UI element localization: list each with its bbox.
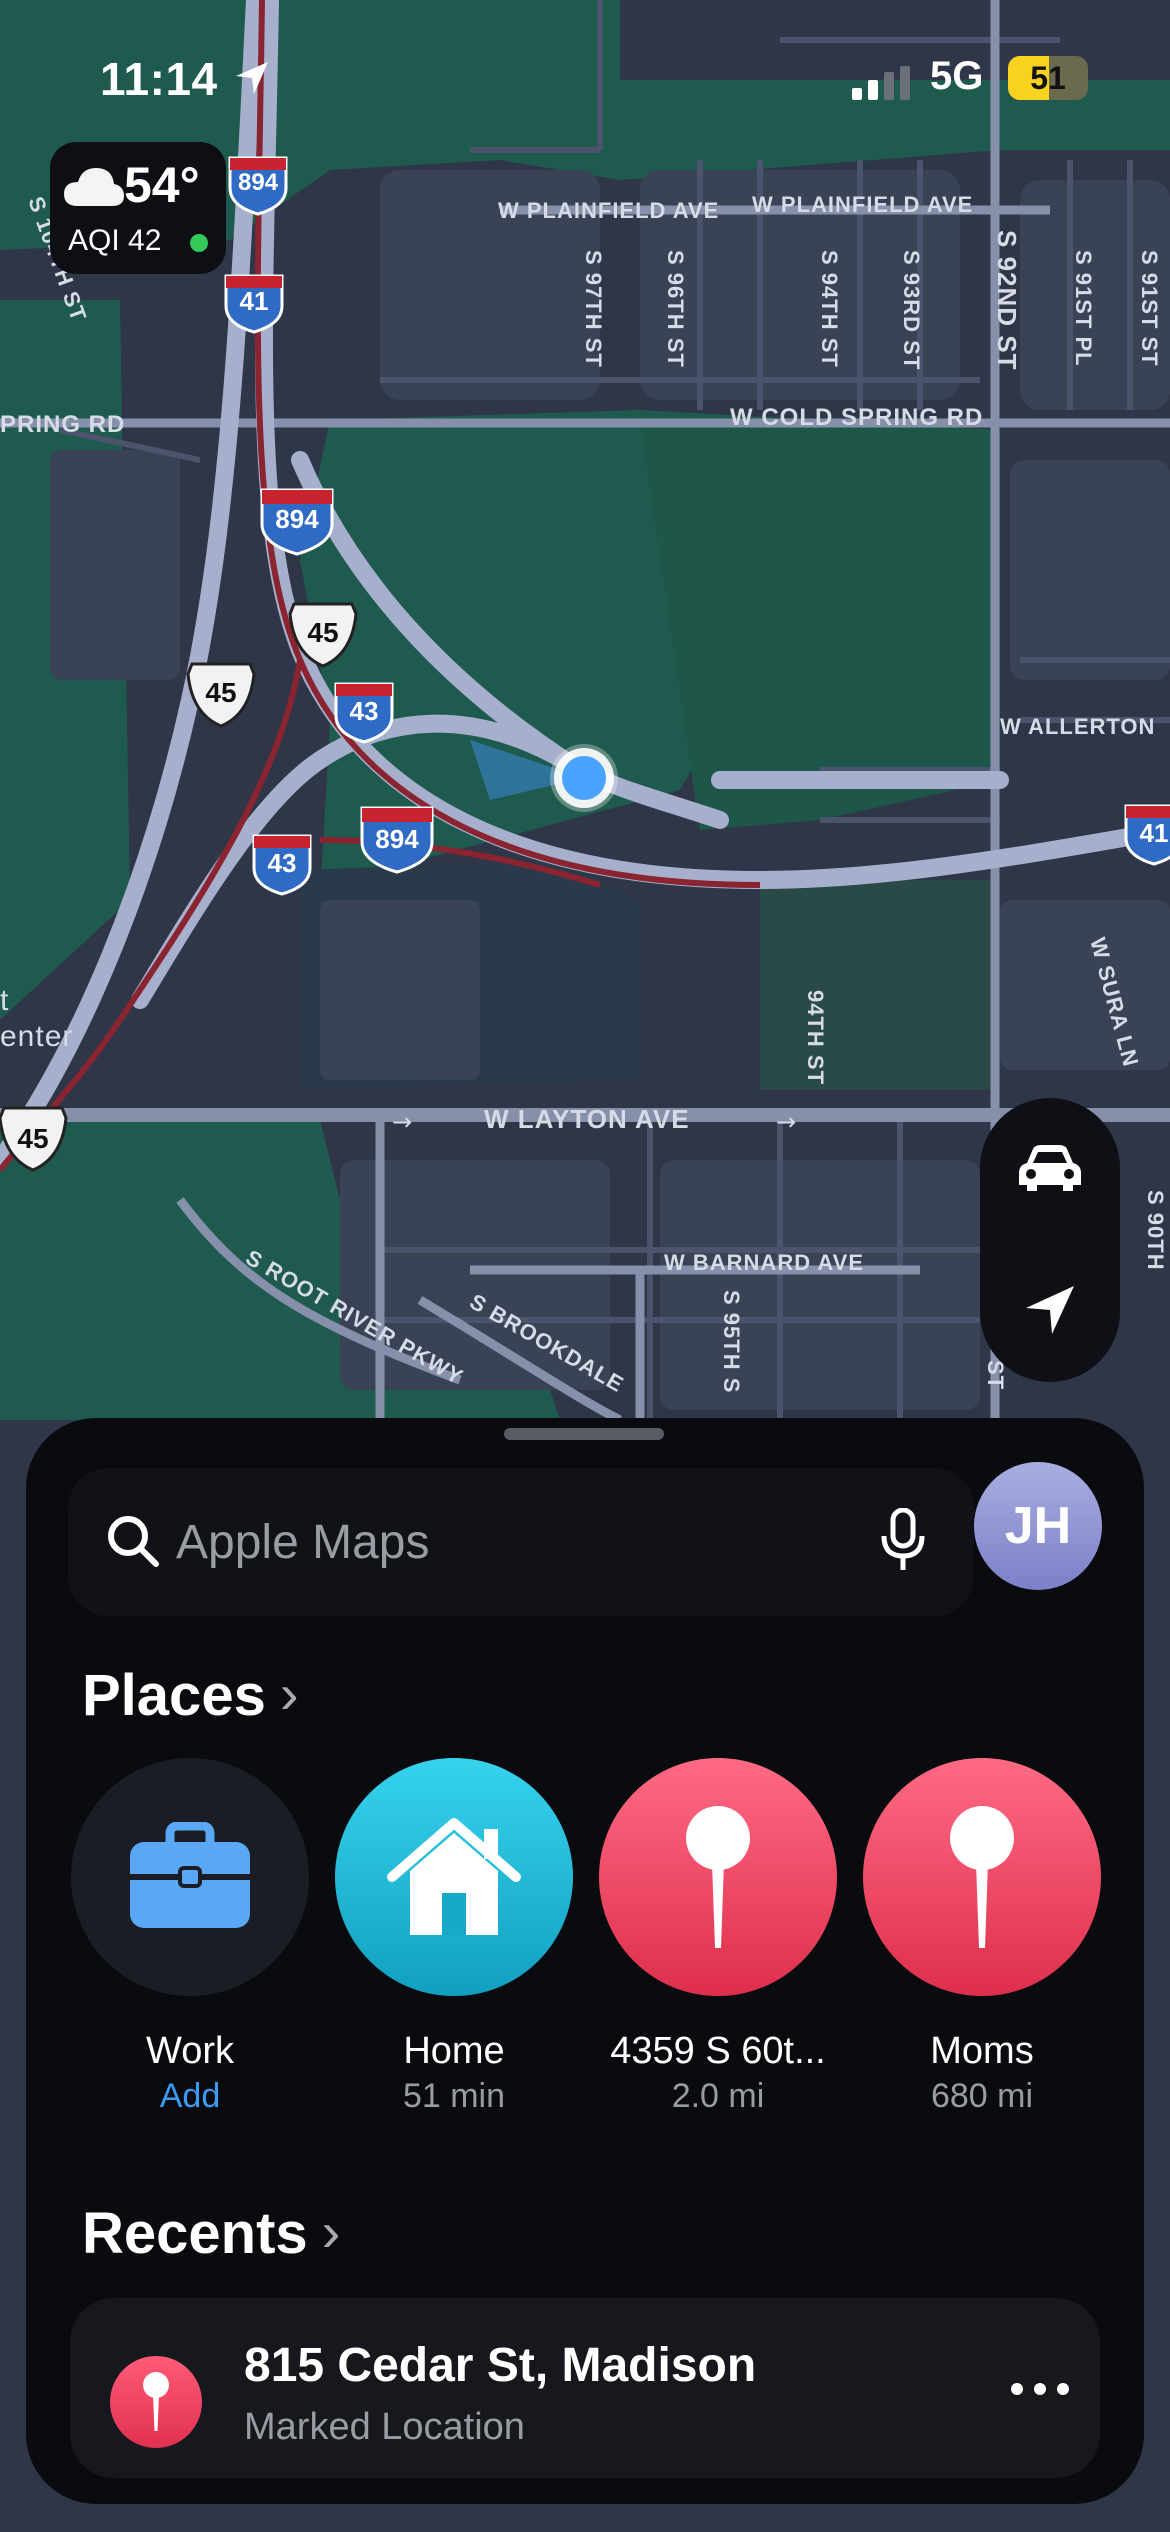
svg-text:41: 41 xyxy=(240,286,269,316)
search-bar[interactable] xyxy=(68,1468,974,1616)
svg-text:→: → xyxy=(776,1108,796,1136)
house-icon xyxy=(335,1758,573,1996)
transport-mode-button[interactable] xyxy=(980,1098,1120,1238)
street-label: S 97TH ST xyxy=(581,250,606,368)
profile-avatar[interactable]: JH xyxy=(974,1462,1102,1590)
street-label: W PLAINFIELD AVE xyxy=(498,198,719,223)
recent-subtitle: Marked Location xyxy=(244,2406,525,2448)
place-home[interactable]: Home 51 min xyxy=(334,1758,574,2116)
street-label: S 91ST PL xyxy=(1071,250,1096,367)
microphone-icon[interactable] xyxy=(880,1508,926,1574)
street-label: W BARNARD AVE xyxy=(664,1250,864,1275)
poi-label: t xyxy=(0,984,9,1017)
street-label: W COLD SPRING RD xyxy=(730,404,983,431)
poi-label: enter xyxy=(0,1020,73,1053)
svg-text:43: 43 xyxy=(350,696,379,726)
location-arrow-icon xyxy=(1026,1286,1074,1334)
air-quality-index: AQI 42 xyxy=(68,224,162,257)
recent-title: 815 Cedar St, Madison xyxy=(244,2339,757,2392)
svg-text:894: 894 xyxy=(238,169,279,196)
pin-icon xyxy=(110,2356,202,2448)
car-icon xyxy=(1019,1145,1081,1191)
interstate-shield: 41 xyxy=(224,274,284,334)
aqi-status-dot xyxy=(190,234,208,252)
cloud-icon xyxy=(64,168,124,206)
search-icon xyxy=(108,1516,159,1567)
sheet-grabber[interactable] xyxy=(504,1428,664,1440)
briefcase-icon xyxy=(71,1758,309,1996)
interstate-shield: 43 xyxy=(334,682,394,744)
street-label: S 95TH S xyxy=(719,1290,744,1393)
places-header[interactable]: Places › xyxy=(82,1662,298,1729)
clock: 11:14 xyxy=(100,53,218,105)
cellular-signal-icon xyxy=(852,66,910,100)
street-label: W PLAINFIELD AVE xyxy=(752,192,973,217)
svg-text:894: 894 xyxy=(375,824,419,854)
street-label: S 93RD ST xyxy=(899,250,924,370)
place-name: Work xyxy=(146,2030,234,2072)
place-distance: 2.0 mi xyxy=(671,2077,765,2115)
interstate-shield: 894 xyxy=(360,806,434,874)
pin-icon xyxy=(863,1758,1101,1996)
place-moms[interactable]: Moms 680 mi xyxy=(862,1758,1102,2116)
recent-item[interactable]: 815 Cedar St, Madison Marked Location xyxy=(70,2298,1100,2478)
street-label: PRING RD xyxy=(0,411,125,438)
location-services-icon xyxy=(236,62,268,94)
svg-text:45: 45 xyxy=(205,677,236,708)
svg-text:43: 43 xyxy=(268,848,297,878)
street-label: S 96TH ST xyxy=(663,250,688,368)
battery-percent: 51 xyxy=(1030,60,1066,96)
network-type: 5G xyxy=(930,54,984,98)
recents-title: Recents xyxy=(82,2201,308,2266)
place-name: Moms xyxy=(930,2030,1034,2072)
svg-text:45: 45 xyxy=(17,1123,48,1154)
map-controls xyxy=(980,1098,1120,1382)
street-label: S 94TH ST xyxy=(817,250,842,368)
street-label: S 92ND ST xyxy=(992,230,1022,371)
more-options-icon[interactable] xyxy=(1010,2382,1070,2396)
svg-text:45: 45 xyxy=(307,617,338,648)
status-bar: 11:14 5G 51 xyxy=(0,48,1170,108)
place-distance: 680 mi xyxy=(930,2077,1034,2115)
place-address[interactable]: 4359 S 60t... 2.0 mi xyxy=(598,1758,838,2116)
place-name: 4359 S 60t... xyxy=(610,2030,826,2072)
pin-icon xyxy=(599,1758,837,1996)
chevron-right-icon: › xyxy=(321,2200,341,2263)
street-label: W ALLERTON xyxy=(1000,714,1155,739)
battery-icon: 51 xyxy=(1008,56,1088,100)
place-work[interactable]: Work Add xyxy=(70,1758,310,2116)
current-location-button[interactable] xyxy=(980,1240,1120,1380)
interstate-shield: 43 xyxy=(252,834,312,896)
interstate-shield: 894 xyxy=(260,488,334,556)
places-list: Work Add Home 51 min 4359 S 60t... 2.0 m… xyxy=(70,1758,1144,2138)
street-label: S 90TH xyxy=(1143,1190,1168,1271)
svg-text:→: → xyxy=(392,1108,412,1136)
search-input[interactable] xyxy=(176,1502,826,1582)
place-name: Home xyxy=(403,2030,505,2072)
weather-widget[interactable]: 54° AQI 42 xyxy=(50,142,226,274)
street-label: 94TH ST xyxy=(803,990,828,1085)
svg-text:41: 41 xyxy=(1140,818,1169,848)
place-eta: 51 min xyxy=(402,2077,506,2115)
chevron-right-icon: › xyxy=(279,1662,299,1725)
interstate-shield: 894 xyxy=(228,156,288,216)
recents-header[interactable]: Recents › xyxy=(82,2200,340,2267)
search-sheet: JH Places › Work Add xyxy=(26,1418,1144,2504)
places-title: Places xyxy=(82,1663,266,1728)
street-label: S 91ST ST xyxy=(1137,250,1162,367)
temperature: 54° xyxy=(124,157,200,213)
street-label: W LAYTON AVE xyxy=(484,1104,690,1134)
svg-text:894: 894 xyxy=(275,504,319,534)
add-work-link[interactable]: Add xyxy=(70,2077,310,2116)
